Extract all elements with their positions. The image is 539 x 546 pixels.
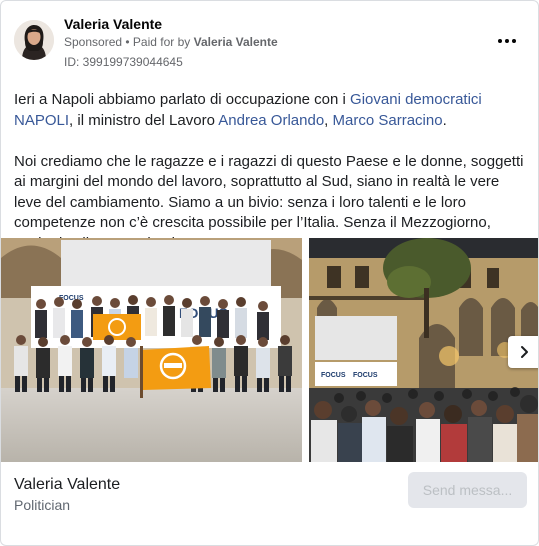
more-options-button[interactable]: [493, 29, 521, 53]
footer-page-category: Politician: [14, 497, 71, 513]
ad-id: ID: 399199739044645: [64, 55, 183, 69]
carousel-next-button[interactable]: [508, 336, 538, 368]
text-segment: .: [442, 111, 447, 129]
link-andrea-orlando[interactable]: Andrea Orlando: [218, 112, 324, 129]
avatar[interactable]: [14, 20, 54, 60]
paid-for-prefix: • Paid for by: [122, 35, 194, 49]
profile-photo: [14, 20, 54, 60]
more-horizontal-icon: [498, 39, 516, 43]
banner-text-left: FOCUS: [321, 372, 346, 379]
text-segment: ,: [324, 111, 333, 129]
group-photo-image: FOCUS FOCUS: [1, 238, 302, 462]
send-message-button[interactable]: Send messa...: [408, 472, 527, 508]
text-segment: , il ministro del Lavoro: [69, 111, 219, 129]
text-segment: Ieri a Napoli abbiamo parlato di occupaz…: [14, 91, 351, 108]
courtyard-photo-image: FOCUS FOCUS: [309, 238, 538, 462]
post-paragraph-1: Ieri a Napoli abbiamo parlato di occupaz…: [14, 90, 526, 131]
advertiser-name[interactable]: Valeria Valente: [64, 16, 162, 32]
sponsored-line: Sponsored • Paid for by Valeria Valente: [64, 35, 278, 49]
carousel-photo-1[interactable]: FOCUS FOCUS: [1, 238, 302, 462]
banner-text-right: FOCUS: [353, 372, 378, 379]
link-marco-sarracino[interactable]: Marco Sarracino: [333, 112, 443, 129]
post-text: Ieri a Napoli abbiamo parlato di occupaz…: [14, 90, 526, 254]
sponsored-label: Sponsored: [64, 35, 123, 49]
footer-page-name[interactable]: Valeria Valente: [14, 476, 120, 494]
ad-card: Valeria Valente Sponsored • Paid for by …: [0, 0, 539, 546]
paid-for-by-name: Valeria Valente: [193, 35, 278, 49]
carousel-photo-2[interactable]: FOCUS FOCUS: [309, 238, 538, 462]
chevron-right-icon: [521, 346, 528, 358]
